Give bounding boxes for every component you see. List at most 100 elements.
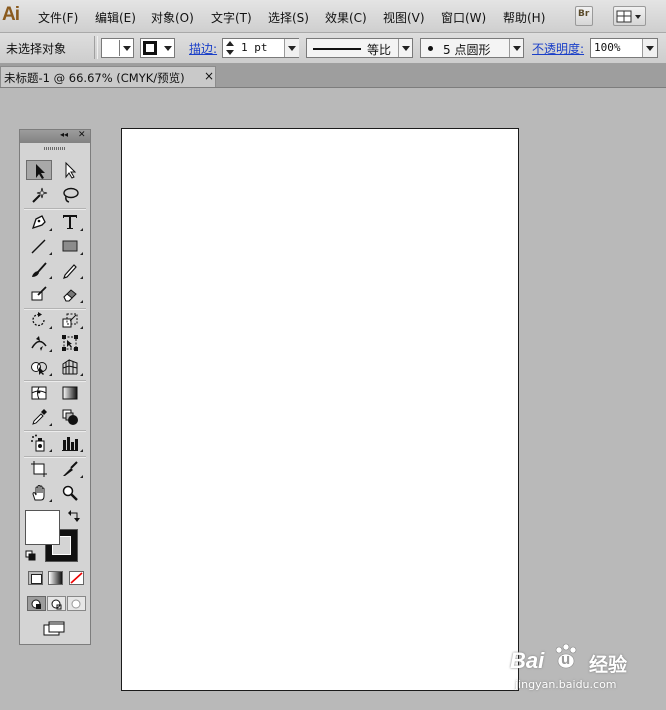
eraser-icon: [63, 289, 77, 302]
menu-window[interactable]: 窗口(W): [441, 9, 486, 26]
screen-mode-button[interactable]: [42, 620, 68, 638]
opacity-value: 100%: [594, 41, 621, 54]
rectangle-tool[interactable]: [57, 236, 83, 256]
menu-file[interactable]: 文件(F): [38, 9, 78, 26]
lasso-tool[interactable]: [57, 185, 83, 205]
stepper-arrows-icon: [226, 41, 234, 55]
app-logo: Ai: [2, 4, 20, 25]
rotate-tool[interactable]: [26, 310, 52, 330]
arrange-documents-button[interactable]: [613, 6, 646, 26]
fill-color-dropdown[interactable]: [101, 38, 134, 58]
gradient-tool[interactable]: [57, 383, 83, 403]
close-icon[interactable]: ✕: [78, 130, 86, 140]
lasso-icon: [63, 187, 79, 203]
chevron-down-icon: [164, 46, 172, 51]
stroke-profile-value: 等比: [367, 43, 392, 57]
menu-help[interactable]: 帮助(H): [503, 9, 545, 26]
pencil-tool[interactable]: [57, 260, 83, 280]
blend-icon: [62, 409, 78, 425]
stroke-profile-dropdown[interactable]: 等比: [306, 38, 413, 58]
brush-dot-icon: [428, 46, 433, 51]
menu-effect[interactable]: 效果(C): [325, 9, 367, 26]
eyedropper-tool[interactable]: [26, 407, 52, 427]
free-transform-tool[interactable]: [57, 333, 83, 353]
draw-normal-button[interactable]: [27, 596, 46, 611]
swap-arrows-icon[interactable]: [68, 510, 80, 522]
fill-swatch: [103, 40, 120, 56]
direct-selection-tool[interactable]: [57, 160, 83, 180]
blob-brush-tool[interactable]: [26, 284, 52, 304]
stroke-label[interactable]: 描边:: [189, 40, 217, 57]
symbol-sprayer-tool[interactable]: [26, 433, 52, 453]
draw-inside-button[interactable]: [67, 596, 86, 611]
paintbrush-icon: [32, 262, 47, 277]
opacity-field[interactable]: 100%: [590, 38, 658, 58]
draw-normal-icon: [31, 599, 41, 609]
magic-wand-icon: [32, 187, 48, 203]
stroke-color-dropdown[interactable]: [140, 38, 175, 58]
width-tool[interactable]: [26, 333, 52, 353]
scale-tool[interactable]: [57, 310, 83, 330]
grip-handle[interactable]: [44, 147, 66, 150]
collapse-icon[interactable]: ◂◂: [60, 130, 68, 139]
menu-view[interactable]: 视图(V): [383, 9, 425, 26]
line-segment-tool[interactable]: [26, 236, 52, 256]
watermark-brand-u: u: [561, 651, 571, 668]
menu-type[interactable]: 文字(T): [211, 9, 252, 26]
tools-panel-header[interactable]: ◂◂ ✕: [20, 130, 90, 143]
chevron-down-icon: [123, 46, 131, 51]
shape-builder-icon: [31, 362, 47, 375]
menu-bar: Ai 文件(F) 编辑(E) 对象(O) 文字(T) 选择(S) 效果(C) 视…: [0, 0, 666, 33]
brush-definition-dropdown[interactable]: 5 点圆形: [420, 38, 524, 58]
pen-tool[interactable]: [26, 212, 52, 232]
column-graph-tool[interactable]: [57, 433, 83, 453]
document-tab-title: 未标题-1 @ 66.67% (CMYK/预览): [4, 71, 185, 85]
mesh-tool[interactable]: [26, 383, 52, 403]
type-tool[interactable]: [57, 212, 83, 232]
blend-tool[interactable]: [57, 407, 83, 427]
magic-wand-tool[interactable]: [26, 185, 52, 205]
none-mode-button[interactable]: [69, 571, 84, 585]
draw-behind-button[interactable]: [47, 596, 66, 611]
stroke-weight-value: 1 pt: [241, 41, 268, 54]
zoom-tool[interactable]: [57, 483, 83, 503]
blob-brush-icon: [31, 286, 47, 301]
type-t-icon: [63, 215, 77, 229]
document-tab[interactable]: 未标题-1 @ 66.67% (CMYK/预览) ×: [0, 66, 216, 87]
bar-chart-icon: [62, 437, 78, 451]
artboard[interactable]: [121, 128, 519, 691]
knife-icon: [63, 461, 78, 476]
pen-nib-icon: [31, 215, 46, 230]
mesh-icon: [31, 386, 47, 400]
bridge-label: Br: [578, 9, 590, 19]
menu-edit[interactable]: 编辑(E): [95, 9, 136, 26]
slice-tool[interactable]: [57, 459, 83, 479]
divider: [94, 36, 98, 59]
menu-object[interactable]: 对象(O): [151, 9, 194, 26]
shape-builder-tool[interactable]: [26, 357, 52, 377]
draw-inside-icon: [71, 599, 81, 609]
hand-icon: [32, 484, 45, 501]
artboard-tool[interactable]: [26, 459, 52, 479]
close-icon[interactable]: ×: [204, 69, 214, 83]
menu-select[interactable]: 选择(S): [268, 9, 309, 26]
bridge-button[interactable]: Br: [575, 6, 593, 26]
profile-line-icon: [313, 48, 361, 50]
perspective-grid-tool[interactable]: [57, 357, 83, 377]
default-colors-icon[interactable]: [25, 550, 37, 562]
hand-tool[interactable]: [26, 483, 52, 503]
selection-tool[interactable]: [26, 160, 52, 180]
arrow-pointer-icon: [36, 164, 45, 179]
document-tab-bar: 未标题-1 @ 66.67% (CMYK/预览) ×: [0, 64, 666, 88]
watermark-brand-bai: Bai: [510, 648, 545, 673]
artboard-icon: [31, 461, 47, 477]
eraser-tool[interactable]: [57, 284, 83, 304]
paintbrush-tool[interactable]: [26, 260, 52, 280]
stroke-weight-field[interactable]: 1 pt: [222, 38, 299, 58]
opacity-label[interactable]: 不透明度:: [532, 40, 584, 57]
fill-swatch-large[interactable]: [25, 510, 60, 545]
color-mode-button[interactable]: [28, 571, 43, 585]
tools-panel: ◂◂ ✕: [19, 129, 91, 645]
chevron-down-icon: [288, 46, 296, 51]
gradient-mode-button[interactable]: [48, 571, 63, 585]
